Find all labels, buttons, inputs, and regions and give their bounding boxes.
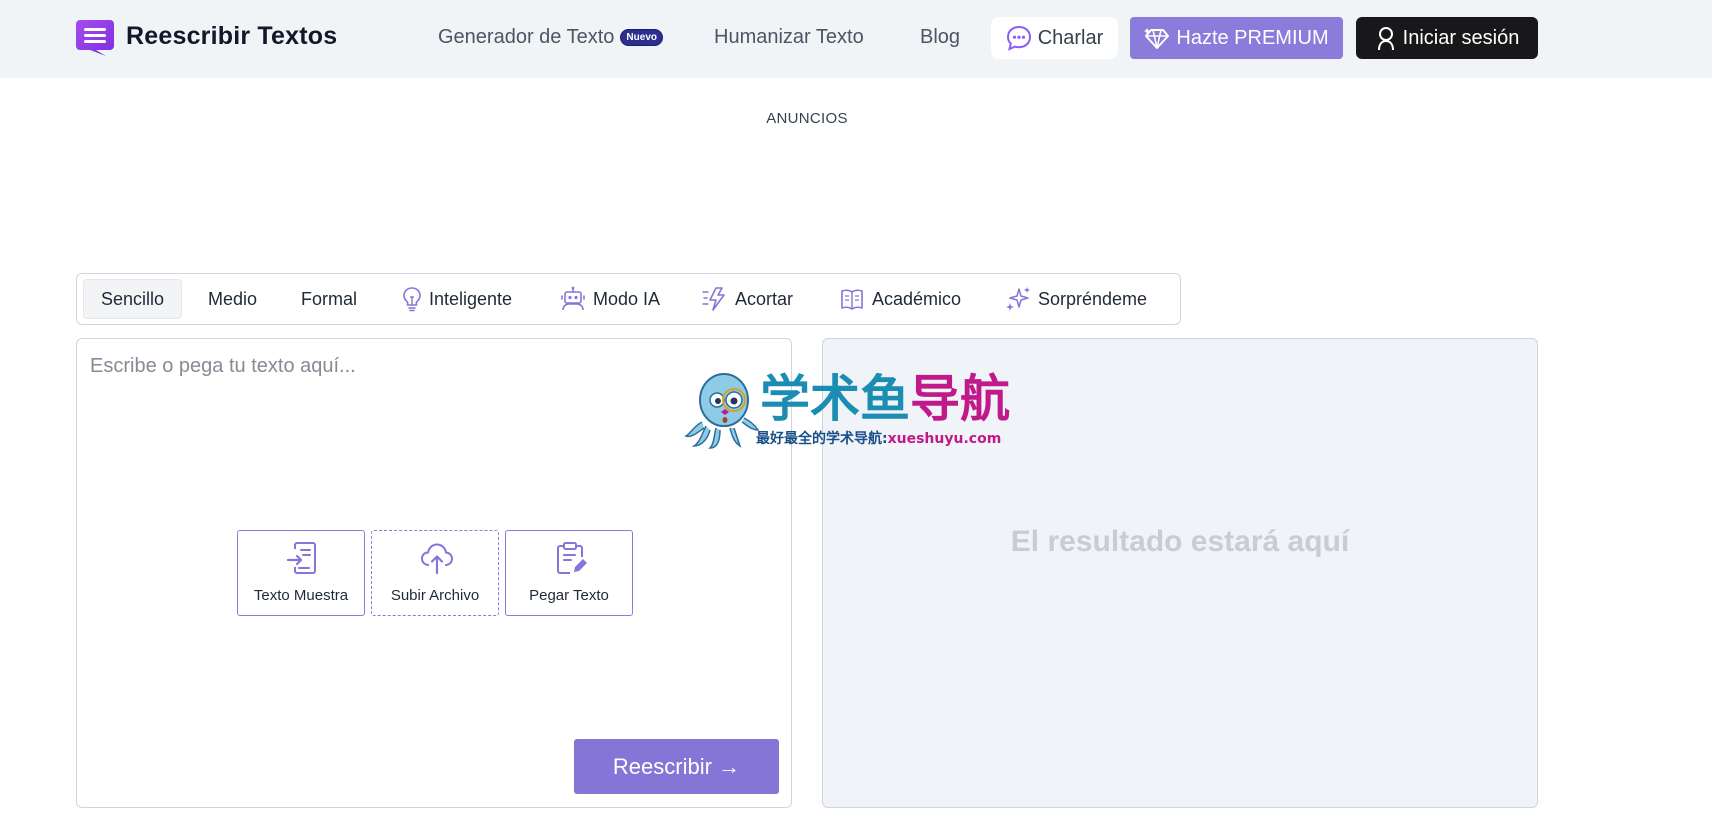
site-logo-text[interactable]: Reescribir Textos (126, 22, 337, 51)
watermark-subtitle-b: xueshuyu.com (887, 431, 1002, 447)
mode-label: Formal (301, 288, 358, 309)
mode-label: Inteligente (429, 288, 513, 309)
nav-blog[interactable]: Blog (920, 26, 960, 49)
input-placeholder: Escribe o pega tu texto aquí... (90, 355, 356, 377)
rewrite-button[interactable]: Reescribir → (574, 739, 779, 794)
lightbulb-icon (403, 287, 421, 312)
mode-formal[interactable]: Formal (301, 279, 357, 319)
paste-text-button[interactable]: Pegar Texto (505, 530, 633, 616)
xueshuyu-watermark: 学术鱼导航 最好最全的学术导航:xueshuyu.com (684, 370, 1029, 450)
mode-sencillo[interactable]: Sencillo (83, 279, 183, 319)
sample-text-icon (286, 542, 316, 574)
upload-file-label: Subir Archivo (390, 587, 480, 604)
watermark-title-b: 导航 (910, 370, 1010, 428)
site-header: Reescribir Textos Generador de Texto Nuev… (0, 0, 1712, 78)
output-placeholder: El resultado estará aquí (1010, 525, 1350, 558)
mode-label: Sorpréndeme (1038, 288, 1148, 309)
premium-label: Hazte PREMIUM (1176, 26, 1329, 49)
nav-generador-de-texto[interactable]: Generador de Texto Nuevo (438, 26, 663, 49)
upload-cloud-icon (420, 543, 454, 575)
mode-label: Sencillo (101, 288, 165, 309)
upload-file-button[interactable]: Subir Archivo (371, 530, 499, 616)
mode-medio[interactable]: Medio (208, 279, 257, 319)
mode-inteligente[interactable]: Inteligente (402, 279, 512, 319)
mode-sorprendeme[interactable]: Sorpréndeme (1005, 279, 1147, 319)
sample-text-button[interactable]: Texto Muestra (237, 530, 365, 616)
octopus-mascot-icon (684, 373, 760, 449)
book-icon (841, 289, 863, 310)
nav-generador-label: Generador de Texto (438, 26, 615, 48)
login-label: Iniciar sesión (1402, 26, 1520, 49)
chat-bubble-logo-icon[interactable] (76, 20, 114, 56)
watermark-title-a: 学术鱼 (760, 370, 910, 428)
paste-clipboard-icon (557, 542, 587, 574)
ads-label: ANUNCIOS (766, 110, 848, 127)
user-icon (1377, 27, 1394, 51)
sample-text-label: Texto Muestra (253, 587, 349, 604)
mode-label: Acortar (735, 288, 794, 309)
sparkles-icon (1006, 287, 1030, 311)
nav-humanizar-texto[interactable]: Humanizar Texto (714, 26, 864, 49)
premium-button[interactable]: Hazte PREMIUM (1130, 17, 1343, 59)
chat-button[interactable]: Charlar (991, 17, 1118, 59)
rewrite-mode-tabs: Sencillo Medio Formal Inteligente Modo I… (76, 273, 1181, 325)
mode-modo-ia[interactable]: Modo IA (560, 279, 660, 319)
new-badge: Nuevo (620, 29, 663, 46)
watermark-subtitle: 最好最全的学术导航:xueshuyu.com (756, 428, 1001, 448)
mode-label: Académico (872, 288, 962, 309)
diamond-icon (1144, 28, 1170, 49)
watermark-subtitle-a: 最好最全的学术导航: (756, 431, 888, 447)
mode-academico[interactable]: Académico (839, 279, 961, 319)
chat-bubble-icon (1006, 25, 1031, 51)
mode-label: Medio (208, 288, 258, 309)
chat-label: Charlar (1037, 26, 1104, 49)
robot-icon (561, 286, 585, 311)
paste-text-label: Pegar Texto (529, 587, 609, 604)
lightning-icon (702, 287, 725, 311)
watermark-title: 学术鱼导航 (760, 370, 1010, 428)
mode-label: Modo IA (593, 288, 661, 309)
login-button[interactable]: Iniciar sesión (1356, 17, 1538, 59)
mode-acortar[interactable]: Acortar (702, 279, 793, 319)
